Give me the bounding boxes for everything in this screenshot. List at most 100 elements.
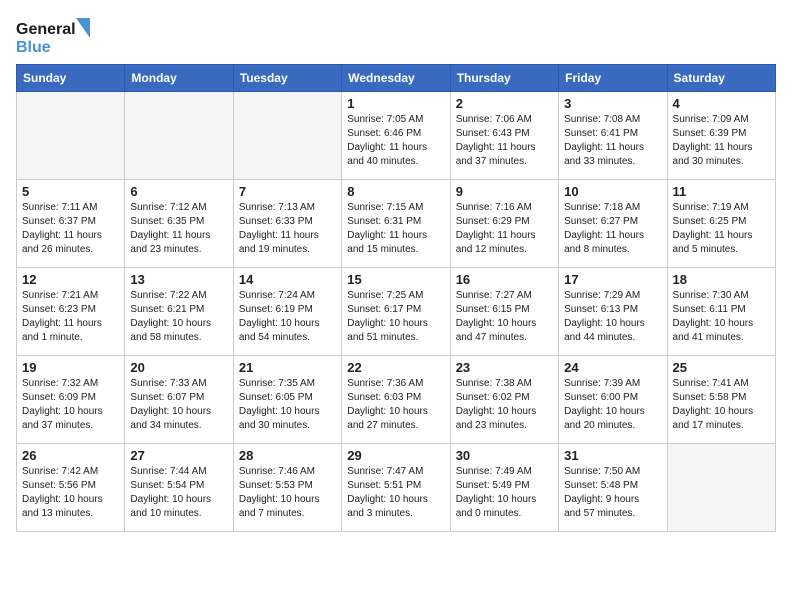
day-number: 3 [564,96,661,111]
calendar-cell: 30Sunrise: 7:49 AMSunset: 5:49 PMDayligh… [450,444,558,532]
calendar-cell [667,444,775,532]
cell-content: Sunrise: 7:24 AMSunset: 6:19 PMDaylight:… [239,289,336,345]
cell-content: Sunrise: 7:29 AMSunset: 6:13 PMDaylight:… [564,289,661,345]
calendar-cell: 28 Sunrise: 7:46 AMSunset: 5:53 PMDayligh… [233,444,341,532]
calendar-cell [125,92,233,180]
calendar-cell: 12 Sunrise: 7:21 AMSunset: 6:23 PMDayligh… [17,268,125,356]
day-number: 11 [673,184,770,199]
cell-content: Sunrise: 7:39 AMSunset: 6:00 PMDaylight:… [564,377,661,433]
day-number: 7 [239,184,336,199]
cell-content: Sunrise: 7:42 AMSunset: 5:56 PMDaylight:… [22,465,119,521]
day-number: 31 [564,448,661,463]
day-number: 5 [22,184,119,199]
day-number: 28 [239,448,336,463]
calendar-cell: 4 Sunrise: 7:09 AMSunset: 6:39 PMDaylight… [667,92,775,180]
header-sunday: Sunday [17,65,125,92]
cell-content: Sunrise: 7:35 AMSunset: 6:05 PMDaylight:… [239,377,336,433]
cell-content: Sunrise: 7:18 AMSunset: 6:27 PMDaylight:… [564,201,661,257]
calendar-cell: 3 Sunrise: 7:08 AMSunset: 6:41 PMDaylight… [559,92,667,180]
cell-content: Sunrise: 7:27 AMSunset: 6:15 PMDaylight:… [456,289,553,345]
day-number: 21 [239,360,336,375]
calendar-cell: 2 Sunrise: 7:06 AMSunset: 6:43 PMDaylight… [450,92,558,180]
header-friday: Friday [559,65,667,92]
calendar-cell: 14 Sunrise: 7:24 AMSunset: 6:19 PMDayligh… [233,268,341,356]
header-saturday: Saturday [667,65,775,92]
cell-content: Sunrise: 7:09 AMSunset: 6:39 PMDaylight:… [673,113,770,169]
header-thursday: Thursday [450,65,558,92]
logo: GeneralBlue [16,16,96,56]
calendar-cell: 5 Sunrise: 7:11 AMSunset: 6:37 PMDaylight… [17,180,125,268]
day-number: 2 [456,96,553,111]
day-number: 18 [673,272,770,287]
cell-content: Sunrise: 7:41 AMSunset: 5:58 PMDaylight:… [673,377,770,433]
day-number: 4 [673,96,770,111]
calendar-cell: 10 Sunrise: 7:18 AMSunset: 6:27 PMDayligh… [559,180,667,268]
cell-content: Sunrise: 7:36 AMSunset: 6:03 PMDaylight:… [347,377,444,433]
calendar-cell: 11Sunrise: 7:19 AMSunset: 6:25 PMDayligh… [667,180,775,268]
cell-content: Sunrise: 7:12 AMSunset: 6:35 PMDaylight:… [130,201,227,257]
day-number: 13 [130,272,227,287]
calendar-cell: 16Sunrise: 7:27 AMSunset: 6:15 PMDayligh… [450,268,558,356]
day-number: 19 [22,360,119,375]
calendar-cell: 7Sunrise: 7:13 AMSunset: 6:33 PMDaylight… [233,180,341,268]
day-number: 27 [130,448,227,463]
cell-content: Sunrise: 7:21 AMSunset: 6:23 PMDaylight:… [22,289,119,345]
cell-content: Sunrise: 7:16 AMSunset: 6:29 PMDaylight:… [456,201,553,257]
week-row-4: 19 Sunrise: 7:32 AMSunset: 6:09 PMDayligh… [17,356,776,444]
week-row-5: 26 Sunrise: 7:42 AMSunset: 5:56 PMDayligh… [17,444,776,532]
day-number: 26 [22,448,119,463]
cell-content: Sunrise: 7:30 AMSunset: 6:11 PMDaylight:… [673,289,770,345]
calendar-cell [17,92,125,180]
calendar-table: SundayMondayTuesdayWednesdayThursdayFrid… [16,64,776,532]
day-number: 10 [564,184,661,199]
cell-content: Sunrise: 7:46 AMSunset: 5:53 PMDaylight:… [239,465,336,521]
cell-content: Sunrise: 7:50 AMSunset: 5:48 PMDaylight:… [564,465,661,521]
header-wednesday: Wednesday [342,65,450,92]
calendar-cell: 20Sunrise: 7:33 AMSunset: 6:07 PMDayligh… [125,356,233,444]
days-of-week-row: SundayMondayTuesdayWednesdayThursdayFrid… [17,65,776,92]
svg-text:Blue: Blue [16,39,51,56]
calendar-cell: 17 Sunrise: 7:29 AMSunset: 6:13 PMDayligh… [559,268,667,356]
cell-content: Sunrise: 7:15 AMSunset: 6:31 PMDaylight:… [347,201,444,257]
calendar-cell [233,92,341,180]
cell-content: Sunrise: 7:11 AMSunset: 6:37 PMDaylight:… [22,201,119,257]
calendar-cell: 23 Sunrise: 7:38 AMSunset: 6:02 PMDayligh… [450,356,558,444]
day-number: 17 [564,272,661,287]
calendar-cell: 21 Sunrise: 7:35 AMSunset: 6:05 PMDayligh… [233,356,341,444]
day-number: 25 [673,360,770,375]
calendar-cell: 9 Sunrise: 7:16 AMSunset: 6:29 PMDaylight… [450,180,558,268]
day-number: 22 [347,360,444,375]
day-number: 6 [130,184,227,199]
calendar-cell: 1Sunrise: 7:05 AMSunset: 6:46 PMDaylight… [342,92,450,180]
day-number: 9 [456,184,553,199]
day-number: 14 [239,272,336,287]
cell-content: Sunrise: 7:44 AMSunset: 5:54 PMDaylight:… [130,465,227,521]
week-row-1: 1Sunrise: 7:05 AMSunset: 6:46 PMDaylight… [17,92,776,180]
calendar-cell: 31 Sunrise: 7:50 AMSunset: 5:48 PMDayligh… [559,444,667,532]
calendar-cell: 6 Sunrise: 7:12 AMSunset: 6:35 PMDaylight… [125,180,233,268]
page-header: GeneralBlue [16,16,776,56]
week-row-2: 5 Sunrise: 7:11 AMSunset: 6:37 PMDaylight… [17,180,776,268]
day-number: 12 [22,272,119,287]
calendar-cell: 24 Sunrise: 7:39 AMSunset: 6:00 PMDayligh… [559,356,667,444]
day-number: 8 [347,184,444,199]
calendar-cell: 25 Sunrise: 7:41 AMSunset: 5:58 PMDayligh… [667,356,775,444]
week-row-3: 12 Sunrise: 7:21 AMSunset: 6:23 PMDayligh… [17,268,776,356]
cell-content: Sunrise: 7:38 AMSunset: 6:02 PMDaylight:… [456,377,553,433]
calendar-cell: 8 Sunrise: 7:15 AMSunset: 6:31 PMDaylight… [342,180,450,268]
cell-content: Sunrise: 7:08 AMSunset: 6:41 PMDaylight:… [564,113,661,169]
calendar-cell: 26 Sunrise: 7:42 AMSunset: 5:56 PMDayligh… [17,444,125,532]
day-number: 23 [456,360,553,375]
cell-content: Sunrise: 7:25 AMSunset: 6:17 PMDaylight:… [347,289,444,345]
cell-content: Sunrise: 7:22 AMSunset: 6:21 PMDaylight:… [130,289,227,345]
cell-content: Sunrise: 7:06 AMSunset: 6:43 PMDaylight:… [456,113,553,169]
calendar-cell: 22 Sunrise: 7:36 AMSunset: 6:03 PMDayligh… [342,356,450,444]
day-number: 24 [564,360,661,375]
cell-content: Sunrise: 7:33 AMSunset: 6:07 PMDaylight:… [130,377,227,433]
cell-content: Sunrise: 7:49 AMSunset: 5:49 PMDaylight:… [456,465,553,521]
day-number: 1 [347,96,444,111]
calendar-cell: 13 Sunrise: 7:22 AMSunset: 6:21 PMDayligh… [125,268,233,356]
cell-content: Sunrise: 7:32 AMSunset: 6:09 PMDaylight:… [22,377,119,433]
day-number: 15 [347,272,444,287]
calendar-cell: 15 Sunrise: 7:25 AMSunset: 6:17 PMDayligh… [342,268,450,356]
